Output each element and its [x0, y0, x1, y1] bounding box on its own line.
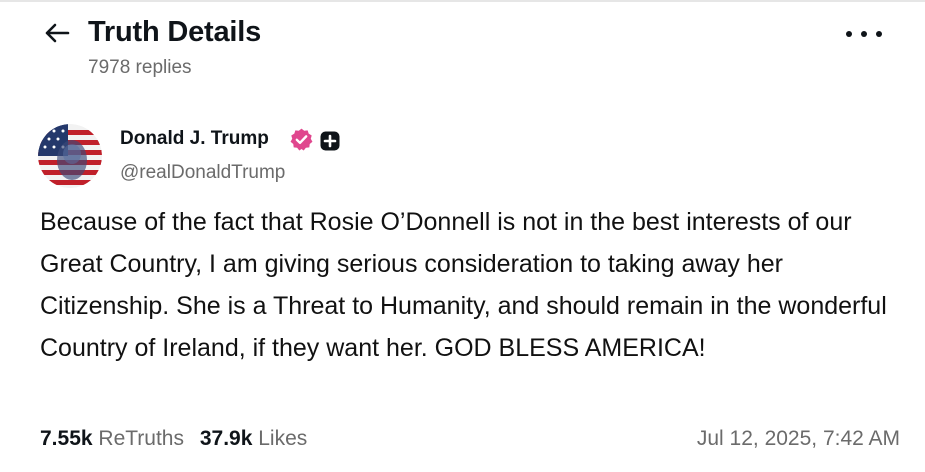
post-timestamp: Jul 12, 2025, 7:42 AM [696, 427, 900, 450]
likes-label: Likes [258, 427, 308, 450]
avatar-image [38, 124, 102, 188]
author-name[interactable]: Donald J. Trump [120, 128, 269, 150]
more-horizontal-icon [876, 31, 882, 37]
likes-stat[interactable]: 37.9k Likes [200, 424, 307, 454]
reply-count: 7978 replies [88, 57, 192, 78]
retruths-stat[interactable]: 7.55k ReTruths [40, 424, 184, 454]
verified-icon [290, 128, 313, 151]
author-handle[interactable]: @realDonaldTrump [120, 161, 285, 185]
more-horizontal-icon [846, 31, 852, 37]
more-horizontal-icon [861, 31, 867, 37]
likes-count: 37.9k [199, 427, 253, 450]
plus-badge-icon [320, 131, 340, 151]
page-header: Truth Details 7978 replies [0, 0, 925, 90]
post-text: Because of the fact that Rosie O’Donnell… [40, 208, 887, 362]
page-title: Truth Details [88, 16, 262, 48]
post-stats: 7.55k ReTruths 37.9k Likes [40, 424, 307, 454]
arrow-left-icon [45, 23, 70, 43]
avatar[interactable] [38, 124, 102, 188]
more-options-button[interactable] [846, 24, 882, 44]
retruths-count: 7.55k [40, 427, 93, 450]
retruths-label: ReTruths [98, 427, 184, 450]
back-button[interactable] [40, 18, 74, 48]
